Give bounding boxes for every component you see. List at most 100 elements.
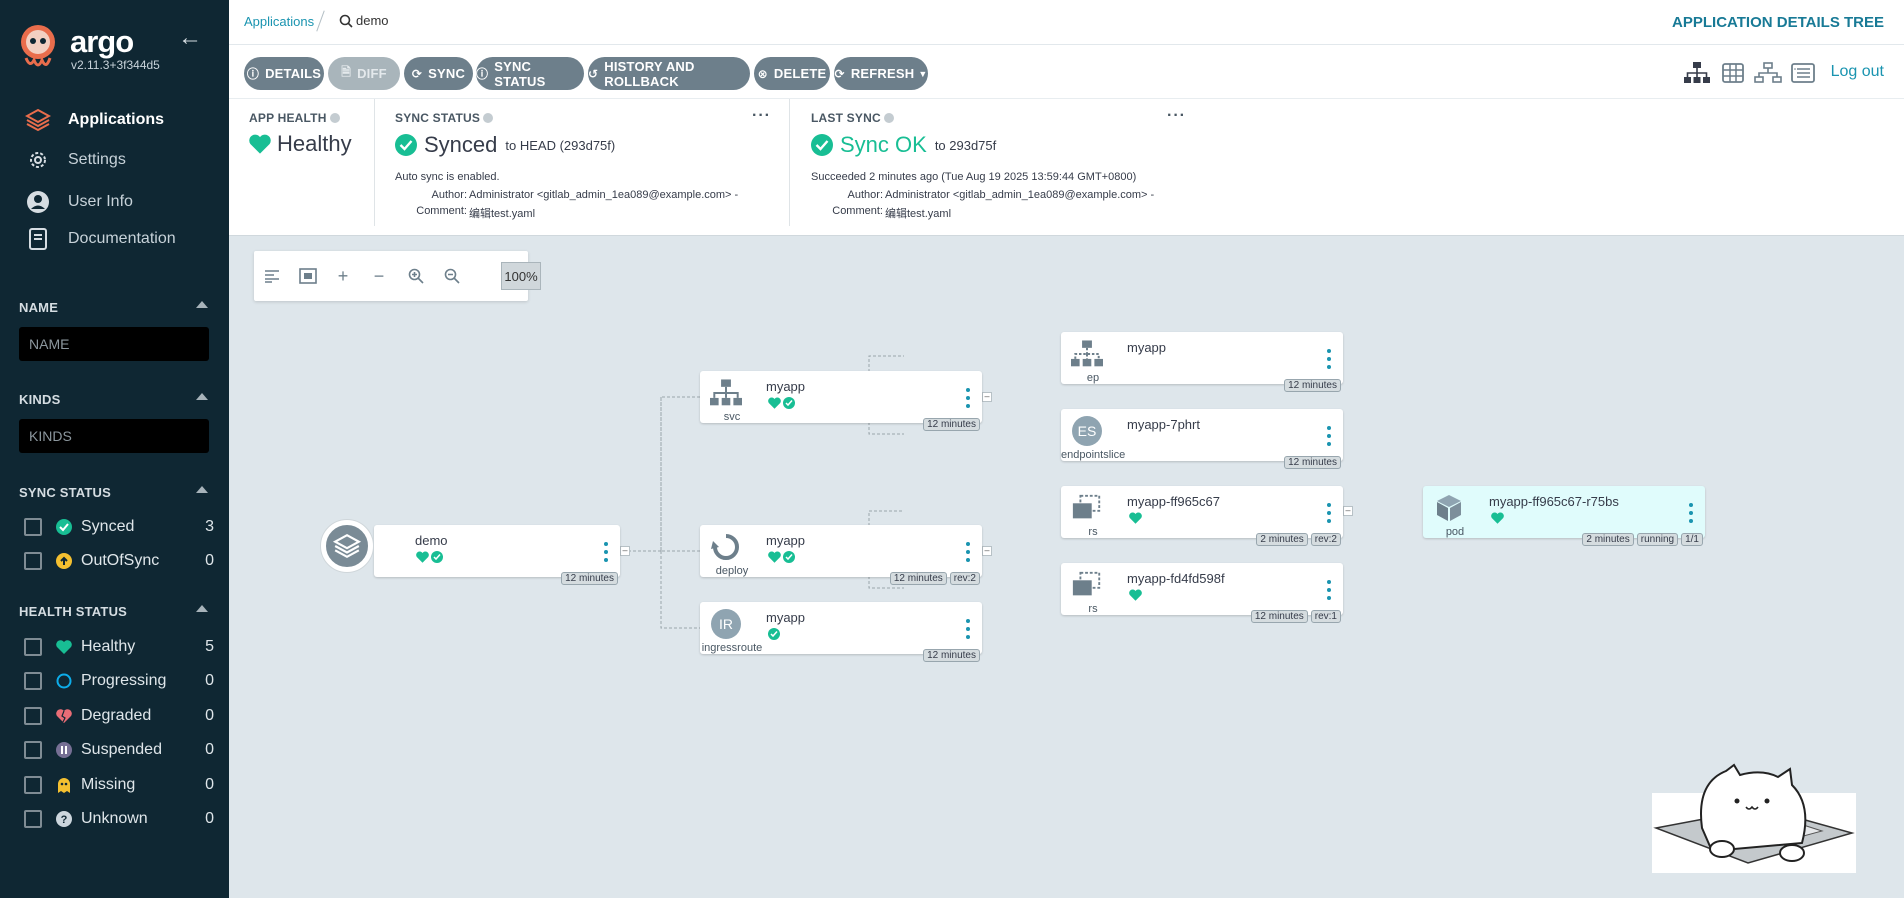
network-view-icon[interactable] xyxy=(1753,61,1783,85)
node-tags: 12 minutes xyxy=(923,649,980,662)
node-application-demo[interactable]: demo 12 minutes xyxy=(374,525,620,585)
help-icon[interactable] xyxy=(883,113,894,123)
refresh-button[interactable]: ⟳ REFRESH ▼ xyxy=(834,57,928,90)
delete-button[interactable]: ⊗ DELETE xyxy=(754,57,830,90)
nav-documentation[interactable]: Documentation xyxy=(0,221,229,257)
collapse-toggle[interactable]: – xyxy=(982,546,992,556)
filter-missing[interactable]: Missing 0 xyxy=(24,773,214,797)
node-endpointslice-myapp-7phrt[interactable]: ES endpointslice myapp-7phrt 12 minutes xyxy=(1061,409,1343,469)
comment-value: 编辑test.yaml xyxy=(469,208,536,220)
node-kind: ep xyxy=(1086,372,1100,384)
history-rollback-button[interactable]: ↺ HISTORY AND ROLLBACK xyxy=(588,57,750,90)
breadcrumb-applications[interactable]: Applications xyxy=(244,14,314,29)
checkbox[interactable] xyxy=(24,707,42,725)
diff-button[interactable]: 🗎 DIFF xyxy=(328,57,400,90)
logout-link[interactable]: Log out xyxy=(1831,63,1884,81)
collapse-toggle[interactable]: – xyxy=(1343,506,1353,516)
filter-degraded[interactable]: Degraded 0 xyxy=(24,704,214,728)
file-icon: 🗎 xyxy=(341,65,352,79)
more-icon[interactable]: ··· xyxy=(752,107,771,125)
revision-tag: rev:1 xyxy=(1310,610,1341,623)
kebab-menu-icon[interactable] xyxy=(1327,580,1331,600)
last-sync-value: Sync OK to 293d75f xyxy=(811,132,996,158)
tree-view-icon[interactable] xyxy=(1682,61,1712,85)
nav-user-info[interactable]: User Info xyxy=(0,184,229,220)
kinds-filter-input[interactable] xyxy=(19,419,209,453)
name-filter-input[interactable] xyxy=(19,327,209,361)
kebab-menu-icon[interactable] xyxy=(604,542,608,562)
collapse-toggle[interactable]: – xyxy=(620,546,630,556)
filter-count: 0 xyxy=(205,672,214,689)
caret-down-icon: ▼ xyxy=(918,68,928,79)
question-circle-icon: ? xyxy=(55,810,73,828)
checkbox[interactable] xyxy=(24,672,42,690)
checkbox[interactable] xyxy=(24,638,42,656)
succeeded-text: Succeeded 2 minutes ago (Tue Aug 19 2025… xyxy=(811,171,1137,183)
list-view-icon[interactable] xyxy=(1788,61,1818,85)
filter-progressing[interactable]: Progressing 0 xyxy=(24,669,214,693)
caret-up-icon[interactable] xyxy=(196,486,208,493)
divider xyxy=(374,99,375,226)
node-kind: svc xyxy=(723,411,741,423)
age-tag: 12 minutes xyxy=(889,572,947,585)
help-icon[interactable] xyxy=(483,113,494,123)
node-deploy-myapp[interactable]: deploy myapp 12 minutes rev:2 xyxy=(700,525,982,585)
sync-icon: ⟳ xyxy=(411,66,423,81)
layers-icon xyxy=(24,106,52,134)
pods-view-icon[interactable] xyxy=(1718,61,1748,85)
book-icon xyxy=(24,225,52,253)
kebab-menu-icon[interactable] xyxy=(966,542,970,562)
kebab-menu-icon[interactable] xyxy=(1327,503,1331,523)
node-rs-myapp-ff965c67[interactable]: rs myapp-ff965c67 2 minutes rev:2 xyxy=(1061,486,1343,546)
filter-unknown[interactable]: ? Unknown 0 xyxy=(24,807,214,831)
checkbox[interactable] xyxy=(24,552,42,570)
node-svc-myapp[interactable]: svc myapp 12 minutes xyxy=(700,371,982,431)
kebab-menu-icon[interactable] xyxy=(1327,349,1331,369)
details-button[interactable]: ⓘ DETAILS xyxy=(244,57,324,90)
nav-label: Settings xyxy=(68,151,126,168)
sync-status-button[interactable]: ⓘ SYNC STATUS xyxy=(476,57,584,90)
sync-button[interactable]: ⟳ SYNC xyxy=(404,57,473,90)
node-name: myapp-ff965c67-r75bs xyxy=(1489,494,1619,509)
node-pod-myapp-ff965c67-r75bs[interactable]: pod myapp-ff965c67-r75bs 2 minutes runnin… xyxy=(1423,486,1705,546)
node-status xyxy=(1129,589,1142,601)
checkbox[interactable] xyxy=(24,741,42,759)
node-status xyxy=(768,628,780,640)
nav-applications[interactable]: Applications xyxy=(0,102,229,138)
comment-value: 编辑test.yaml xyxy=(885,208,952,220)
filter-synced[interactable]: Synced 3 xyxy=(24,515,214,539)
kebab-menu-icon[interactable] xyxy=(966,388,970,408)
node-ingressroute-myapp[interactable]: IR ingressroute myapp 12 minutes xyxy=(700,602,982,662)
filter-outofsync[interactable]: OutOfSync 0 xyxy=(24,549,214,573)
filter-suspended[interactable]: Suspended 0 xyxy=(24,738,214,762)
ingressroute-icon: IR xyxy=(710,608,742,640)
node-ep-myapp[interactable]: ep myapp 12 minutes xyxy=(1061,332,1343,392)
checkbox[interactable] xyxy=(24,776,42,794)
checkbox[interactable] xyxy=(24,810,42,828)
breadcrumb-separator xyxy=(316,10,325,32)
check-circle-icon xyxy=(783,397,795,409)
caret-up-icon[interactable] xyxy=(196,393,208,400)
nav-settings[interactable]: Settings xyxy=(0,142,229,178)
filter-healthy[interactable]: Healthy 5 xyxy=(24,635,214,659)
caret-up-icon[interactable] xyxy=(196,605,208,612)
checkbox[interactable] xyxy=(24,518,42,536)
node-status xyxy=(768,551,795,563)
node-tags: 12 minutes xyxy=(1284,456,1341,469)
kebab-menu-icon[interactable] xyxy=(966,619,970,639)
caret-up-icon[interactable] xyxy=(196,301,208,308)
kebab-menu-icon[interactable] xyxy=(1327,426,1331,446)
node-rs-myapp-fd4fd598f[interactable]: rs myapp-fd4fd598f 12 minutes rev:1 xyxy=(1061,563,1343,623)
breadcrumb-search[interactable]: demo xyxy=(339,13,389,28)
close-circle-icon: ⊗ xyxy=(757,66,768,81)
check-circle-icon xyxy=(395,134,417,156)
health-status-title: HEALTH STATUS xyxy=(19,604,128,619)
collapse-sidebar-icon[interactable]: ← xyxy=(178,26,202,50)
kinds-filter-title: KINDS xyxy=(19,392,61,407)
help-icon[interactable] xyxy=(329,113,340,123)
svg-text:ES: ES xyxy=(1078,423,1097,439)
more-icon[interactable]: ··· xyxy=(1167,107,1186,125)
kebab-menu-icon[interactable] xyxy=(1689,503,1693,523)
sync-status-title: SYNC STATUS xyxy=(395,111,494,125)
collapse-toggle[interactable]: – xyxy=(982,392,992,402)
